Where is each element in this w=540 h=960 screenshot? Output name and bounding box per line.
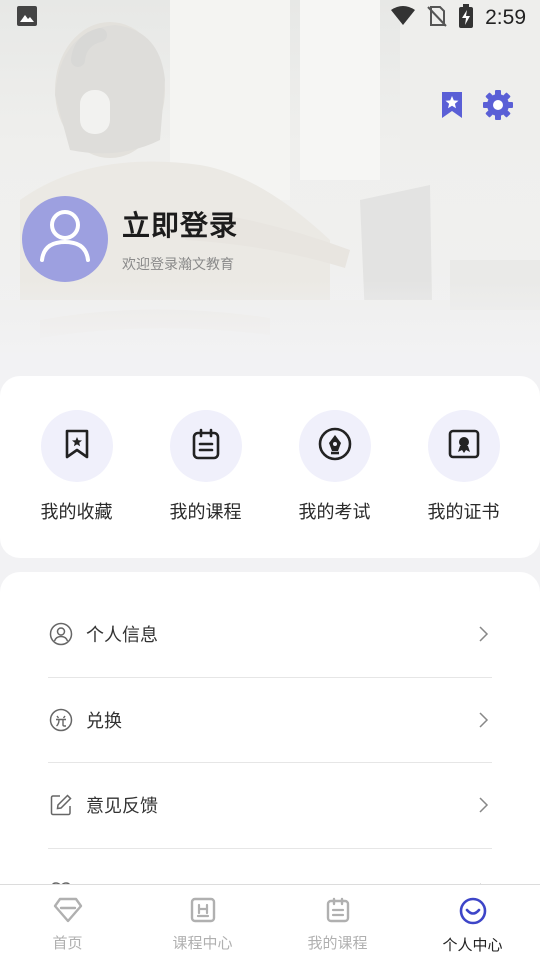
shortcut-icon-circle (298, 410, 371, 482)
menu-label: 意见反馈 (86, 796, 158, 818)
gear-icon (482, 89, 514, 125)
shortcut-label: 我的课程 (169, 502, 242, 523)
chevron-right-icon (474, 796, 492, 814)
login-subtitle: 欢迎登录瀚文教育 (122, 257, 234, 273)
status-bar: 2:59 (0, 0, 540, 36)
shortcut-icon-circle (427, 410, 500, 482)
favorites-button[interactable] (436, 90, 468, 124)
nav-label: 首页 (52, 934, 83, 952)
nav-label: 个人中心 (442, 936, 503, 954)
shortcuts-card: 我的收藏 我的课程 我的考试 我的证书 (0, 376, 540, 558)
login-profile[interactable]: 立即登录 欢迎登录瀚文教育 (22, 196, 238, 282)
user-circle-icon (48, 621, 74, 647)
nav-home[interactable]: 首页 (0, 885, 135, 960)
shortcut-label: 我的证书 (427, 502, 500, 523)
smile-icon (459, 897, 487, 929)
header-background (0, 0, 540, 360)
login-title[interactable]: 立即登录 (122, 204, 238, 244)
exchange-icon (48, 707, 74, 733)
menu-item-exchange[interactable]: 兑换 (48, 678, 492, 763)
shortcut-my-certificates[interactable]: 我的证书 (409, 410, 519, 558)
battery-charging-icon (459, 4, 474, 32)
nav-my-courses[interactable]: 我的课程 (270, 885, 405, 960)
shortcut-label: 我的收藏 (40, 502, 113, 523)
settings-button[interactable] (482, 90, 514, 124)
bookmark-star-icon (64, 429, 90, 463)
wifi-icon (391, 6, 416, 30)
user-avatar-icon (22, 196, 108, 282)
shortcut-icon-circle (40, 410, 113, 482)
menu-label: 个人信息 (86, 625, 158, 647)
shortcut-icon-circle (169, 410, 242, 482)
bookmark-star-icon (440, 90, 464, 124)
chevron-right-icon (474, 625, 492, 643)
chevron-right-icon (474, 711, 492, 729)
shortcut-my-courses[interactable]: 我的课程 (151, 410, 261, 558)
nav-personal-center[interactable]: 个人中心 (405, 885, 540, 960)
notebook-icon (325, 897, 351, 927)
no-sim-icon (427, 5, 447, 31)
nav-label: 课程中心 (172, 934, 233, 952)
home-diamond-icon (53, 897, 83, 927)
menu-item-feedback[interactable]: 意见反馈 (48, 763, 492, 849)
image-notification-icon (16, 5, 38, 31)
header-actions (436, 90, 514, 124)
nav-label: 我的课程 (307, 934, 368, 952)
bottom-nav: 首页 课程中心 我的课程 个人中心 (0, 884, 540, 960)
avatar[interactable] (22, 196, 108, 282)
nav-course-center[interactable]: 课程中心 (135, 885, 270, 960)
certificate-icon (448, 429, 480, 463)
shortcut-favorites[interactable]: 我的收藏 (22, 410, 132, 558)
course-center-icon (190, 897, 216, 927)
shortcut-my-exams[interactable]: 我的考试 (280, 410, 390, 558)
notebook-icon (191, 428, 221, 464)
status-time: 2:59 (485, 6, 526, 29)
shortcut-label: 我的考试 (298, 502, 371, 523)
menu-label: 兑换 (86, 710, 122, 732)
pen-nib-icon (318, 427, 352, 465)
menu-item-personal-info[interactable]: 个人信息 (48, 592, 492, 678)
edit-icon (48, 792, 74, 818)
